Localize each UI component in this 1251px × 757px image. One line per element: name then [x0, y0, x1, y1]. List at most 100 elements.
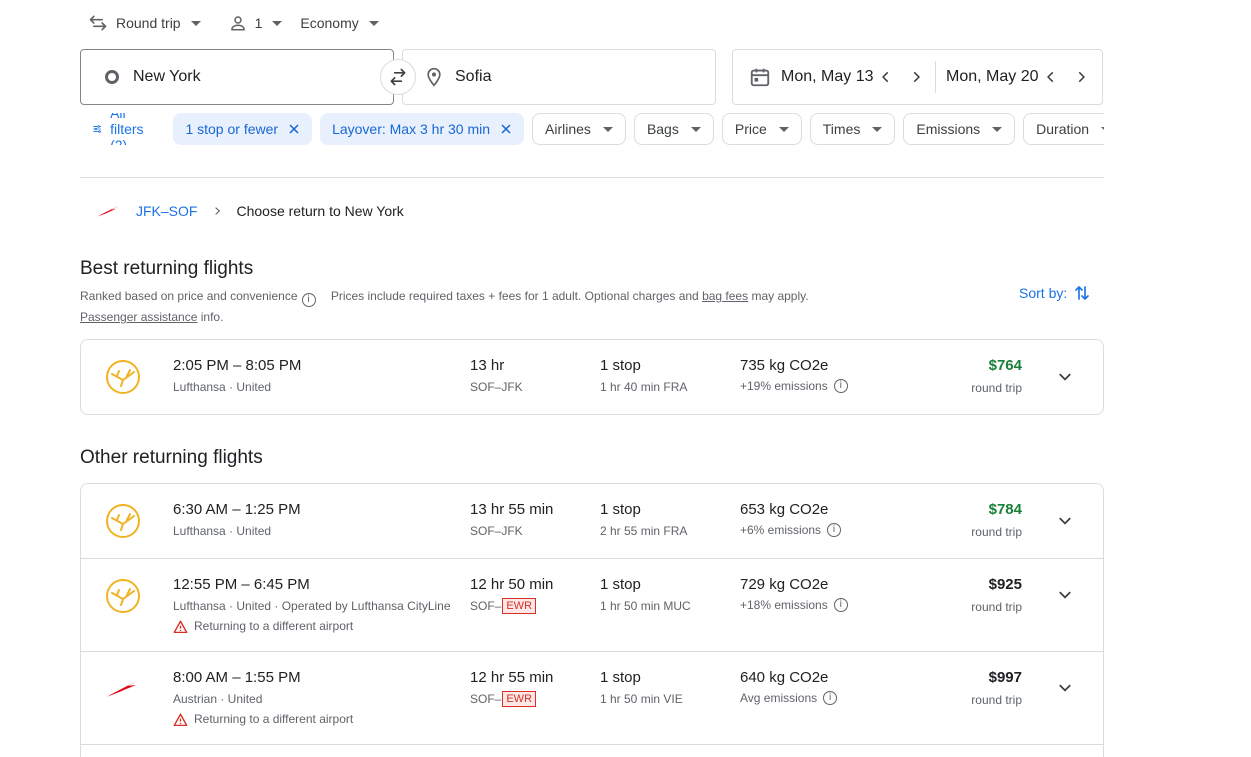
chevron-down-icon	[602, 126, 613, 132]
location-pin-icon	[423, 66, 445, 88]
expand-button[interactable]	[1053, 676, 1077, 700]
expand-button[interactable]	[1053, 509, 1077, 533]
flight-co2: 729 kg CO2e	[740, 576, 829, 593]
flight-row[interactable]: 2:05 PM – 8:05 PM Lufthansa · United 13 …	[81, 340, 1103, 414]
expand-button[interactable]	[1053, 365, 1077, 389]
sort-by-button[interactable]: Sort by:	[1019, 283, 1091, 303]
sort-arrows-icon	[1075, 286, 1090, 300]
origin-input[interactable]: New York	[133, 68, 201, 86]
depart-prev-button[interactable]	[873, 64, 899, 90]
chevron-left-icon	[1047, 71, 1054, 83]
emissions-label: +19% emissions	[740, 379, 828, 393]
different-airport-badge: EWR	[502, 691, 537, 707]
layover-filter-chip[interactable]: Layover: Max 3 hr 30 min	[320, 113, 525, 145]
flight-emissions: Avg emissions i	[740, 691, 843, 705]
flight-price: $925	[988, 576, 1022, 593]
airlines-filter-chip[interactable]: Airlines	[532, 113, 626, 145]
info-icon[interactable]: i	[833, 379, 848, 393]
all-filters-button[interactable]: All filters (2)	[80, 113, 163, 145]
bags-filter-chip[interactable]: Bags	[633, 113, 714, 145]
flight-price: $784	[988, 501, 1022, 518]
flight-airline: Lufthansa · United	[173, 524, 272, 538]
best-flights-heading: Best returning flights	[80, 258, 254, 279]
flight-row[interactable]	[81, 744, 1103, 757]
flight-duration: 13 hr	[470, 357, 505, 374]
info-icon[interactable]: i	[827, 523, 842, 537]
bag-fees-link[interactable]: bag fees	[702, 289, 748, 303]
return-date[interactable]: Mon, May 20	[946, 68, 1038, 86]
flight-times: 6:30 AM – 1:25 PM	[173, 501, 301, 518]
passengers-count: 1	[254, 15, 263, 31]
tune-icon	[93, 125, 101, 133]
flight-co2: 735 kg CO2e	[740, 357, 829, 374]
flight-stops: 1 stop	[600, 357, 641, 374]
flight-price: $764	[988, 357, 1022, 374]
austrian-logo-icon	[97, 206, 119, 217]
sort-by-label: Sort by:	[1019, 285, 1068, 301]
passenger-assistance-link[interactable]: Passenger assistance	[80, 310, 197, 324]
emissions-filter-chip[interactable]: Emissions	[903, 113, 1016, 145]
info-icon[interactable]: i	[301, 293, 316, 307]
flight-layover: 1 hr 50 min VIE	[600, 692, 683, 706]
lufthansa-logo-icon	[103, 357, 143, 397]
flight-row[interactable]: 6:30 AM – 1:25 PM Lufthansa · United 13 …	[81, 484, 1103, 558]
destination-field[interactable]: Sofia	[402, 49, 716, 105]
origin-field[interactable]: New York	[80, 49, 394, 105]
close-icon[interactable]	[288, 123, 300, 135]
chevron-down-icon	[1059, 517, 1071, 525]
return-next-button[interactable]	[1068, 64, 1094, 90]
breadcrumb-outbound-link[interactable]: JFK–SOF	[136, 203, 197, 219]
person-icon	[230, 16, 245, 31]
flight-emissions: +19% emissions i	[740, 379, 854, 393]
expand-button[interactable]	[1053, 583, 1077, 607]
info-icon[interactable]: i	[833, 598, 848, 612]
flight-times: 2:05 PM – 8:05 PM	[173, 357, 302, 374]
flight-co2: 640 kg CO2e	[740, 669, 829, 686]
swap-arrows-icon	[390, 68, 406, 86]
return-date-segment: Mon, May 20	[946, 50, 1094, 104]
may-apply-text: may apply.	[748, 289, 809, 303]
flight-layover: 1 hr 50 min MUC	[600, 599, 691, 613]
date-divider	[935, 61, 936, 93]
trip-type-select[interactable]: Round trip	[88, 13, 201, 33]
info-text: info.	[197, 310, 224, 324]
trip-options-row: Round trip 1 Economy	[88, 10, 379, 36]
cabin-label: Economy	[300, 15, 359, 31]
warning-icon	[173, 620, 188, 633]
close-icon[interactable]	[500, 123, 512, 135]
duration-filter-chip[interactable]: Duration	[1023, 113, 1104, 145]
chevron-down-icon	[1059, 373, 1071, 381]
times-filter-chip[interactable]: Times	[809, 113, 896, 145]
calendar-icon	[750, 68, 770, 87]
different-airport-warning: Returning to a different airport	[173, 712, 353, 726]
info-icon[interactable]: i	[823, 691, 838, 705]
date-picker[interactable]: Mon, May 13 Mon, May 20	[732, 49, 1103, 105]
flight-airports: SOF–JFK	[470, 524, 523, 538]
depart-next-button[interactable]	[903, 64, 929, 90]
flight-layover: 2 hr 55 min FRA	[600, 524, 688, 538]
flight-row[interactable]: 12:55 PM – 6:45 PM Lufthansa · United · …	[81, 558, 1103, 651]
flight-airports: SOF–JFK	[470, 380, 523, 394]
price-filter-chip[interactable]: Price	[721, 113, 802, 145]
flight-emissions: +6% emissions i	[740, 523, 847, 537]
filter-chips-row: All filters (2) 1 stop or fewer Layover:…	[80, 113, 1104, 145]
stops-filter-chip[interactable]: 1 stop or fewer	[173, 113, 313, 145]
emissions-label: +6% emissions	[740, 523, 822, 537]
flight-airports: SOF– EWR	[470, 598, 537, 614]
flight-row[interactable]: 8:00 AM – 1:55 PM Austrian · United Retu…	[81, 651, 1103, 744]
destination-input[interactable]: Sofia	[455, 68, 491, 86]
swap-button[interactable]	[380, 59, 416, 95]
all-filters-label: All filters (2)	[110, 113, 144, 145]
return-prev-button[interactable]	[1038, 64, 1064, 90]
passengers-select[interactable]: 1	[229, 14, 283, 32]
chevron-right-icon	[1078, 71, 1085, 83]
flight-co2: 653 kg CO2e	[740, 501, 829, 518]
trip-type-label: Round trip	[116, 15, 181, 31]
cabin-select[interactable]: Economy	[300, 15, 379, 31]
flight-duration: 13 hr 55 min	[470, 501, 554, 518]
depart-date[interactable]: Mon, May 13	[781, 68, 873, 86]
chip-label: Airlines	[545, 121, 591, 137]
flight-price: $997	[988, 669, 1022, 686]
flight-price-type: round trip	[971, 525, 1022, 539]
warning-icon	[173, 713, 188, 726]
